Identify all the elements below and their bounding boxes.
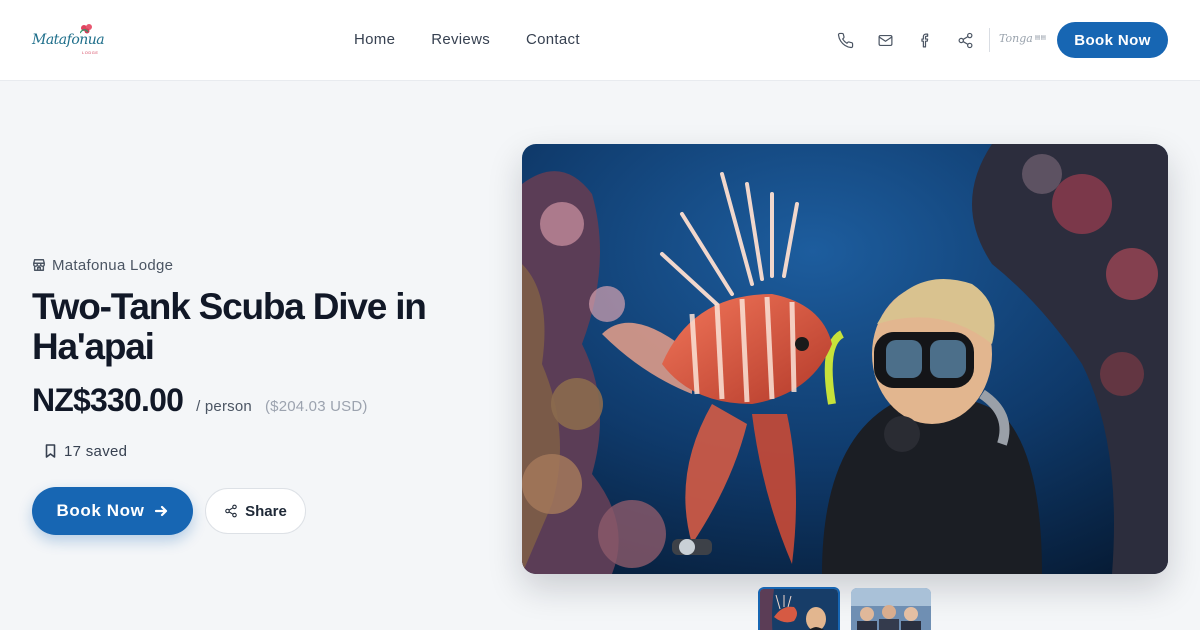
logo-subtitle: LODGE	[82, 50, 99, 55]
price-row: NZ$330.00 / person ($204.03 USD)	[32, 382, 368, 422]
share-icon	[225, 504, 237, 518]
header-book-button[interactable]: Book Now	[1057, 22, 1168, 58]
saved-count[interactable]: 17 saved	[44, 442, 127, 460]
facebook-button[interactable]	[915, 30, 935, 50]
partner-logo: Tonga ▤▤	[999, 32, 1047, 45]
phone-button[interactable]	[835, 30, 855, 50]
lionfish-diver-photo	[522, 144, 1168, 574]
bookmark-icon	[45, 444, 56, 458]
store-icon	[33, 259, 45, 271]
price: NZ$330.00	[32, 382, 184, 418]
logo-wordmark: Matafonua	[32, 32, 105, 48]
price-unit: / person	[196, 398, 252, 415]
header-divider	[989, 28, 990, 52]
main-nav: Home Reviews Contact	[354, 31, 580, 51]
share-button[interactable]: Share	[205, 488, 306, 534]
nav-reviews[interactable]: Reviews	[431, 31, 490, 51]
share-icon	[958, 32, 972, 48]
thumb-divers-photo	[851, 588, 931, 630]
nav-contact[interactable]: Contact	[526, 31, 580, 51]
mail-icon	[878, 34, 892, 46]
book-now-button[interactable]: Book Now	[32, 487, 193, 535]
book-now-label: Book Now	[56, 501, 145, 520]
vendor[interactable]: Matafonua Lodge	[32, 256, 173, 274]
phone-icon	[837, 32, 853, 48]
email-button[interactable]	[875, 30, 895, 50]
header-share-button[interactable]	[955, 30, 975, 50]
gallery-thumb-1[interactable]	[758, 587, 840, 630]
hero-image[interactable]	[522, 144, 1168, 574]
arrow-right-icon	[155, 505, 168, 517]
gallery-thumb-2[interactable]	[851, 588, 931, 630]
thumb-lionfish-photo	[760, 589, 838, 630]
share-label: Share	[245, 502, 287, 520]
site-header: Matafonua LODGE Home Reviews Contact Ton…	[0, 0, 1200, 81]
vendor-name: Matafonua Lodge	[52, 256, 174, 274]
site-logo[interactable]: Matafonua LODGE	[32, 20, 106, 60]
partner-logo-text: Tonga	[999, 32, 1033, 45]
facebook-icon	[920, 33, 928, 47]
price-usd: ($204.03 USD)	[264, 398, 368, 415]
saved-label: 17 saved	[64, 442, 128, 460]
nav-home[interactable]: Home	[354, 31, 395, 51]
page-title: Two-Tank Scuba Dive in Ha'apai	[32, 286, 427, 367]
